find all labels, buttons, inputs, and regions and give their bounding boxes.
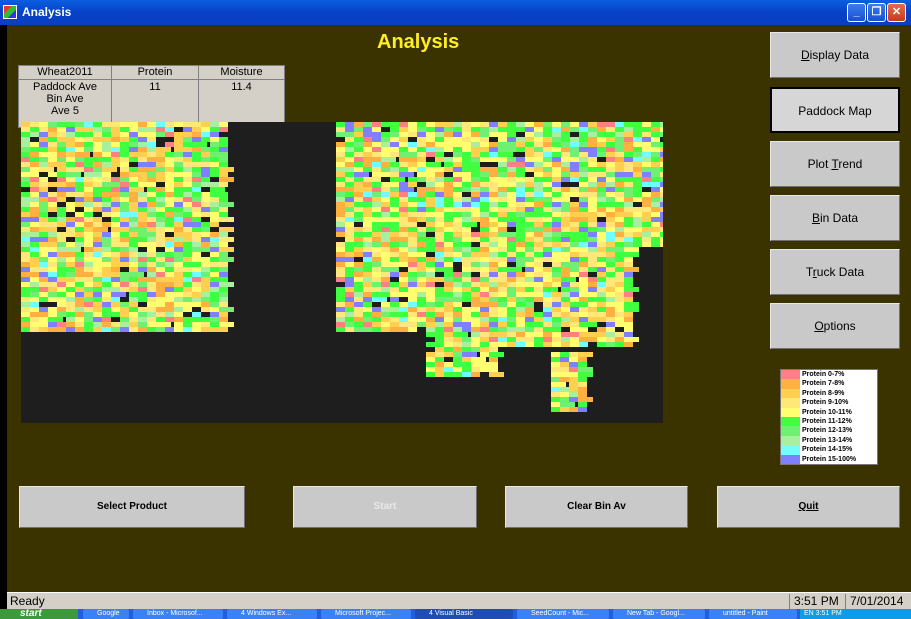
minimize-button[interactable]: _ [847, 3, 866, 22]
legend-item: Protein 14-15% [781, 445, 877, 455]
legend-swatch [781, 454, 800, 464]
taskbar-item[interactable]: SeedCount - Mic... [517, 609, 609, 619]
paddock-map-button[interactable]: Paddock Map [770, 87, 900, 133]
legend-item: Protein 7-8% [781, 379, 877, 389]
options-button[interactable]: Options [770, 303, 900, 349]
start-button[interactable]: Start [293, 486, 477, 528]
legend-swatch [781, 388, 800, 399]
legend-item: Protein 0-7% [781, 370, 877, 380]
taskbar-item[interactable]: 4 Windows Ex... [227, 609, 317, 619]
status-time: 3:51 PM [789, 594, 839, 609]
plot-trend-button[interactable]: Plot Trend [770, 141, 900, 187]
taskbar-item[interactable]: 4 Visual Basic [415, 609, 513, 619]
row-label-line: Bin Ave [46, 93, 84, 105]
legend-item: Protein 9-10% [781, 398, 877, 408]
table-row-label: Paddock Ave Bin Ave Ave 5 [18, 79, 112, 128]
clear-bin-av-button[interactable]: Clear Bin Av [505, 486, 688, 528]
moisture-value: 11.4 [198, 79, 285, 128]
legend-swatch [781, 445, 800, 455]
legend-label: Protein 7-8% [802, 380, 845, 388]
start-button[interactable]: start [0, 609, 78, 619]
taskbar-item[interactable]: Inbox - Microsof... [133, 609, 223, 619]
legend-swatch [781, 416, 800, 427]
legend-label: Protein 10-11% [802, 408, 852, 416]
truck-data-button[interactable]: Truck Data [770, 249, 900, 295]
legend-swatch [781, 435, 800, 446]
legend-label: Protein 9-10% [802, 399, 849, 407]
legend-label: Protein 8-9% [802, 389, 845, 397]
legend-item: Protein 11-12% [781, 416, 877, 427]
app-icon [3, 5, 17, 19]
paddock-map-canvas [21, 122, 675, 412]
taskbar-item[interactable]: Microsoft Projec... [321, 609, 411, 619]
status-bar: Ready 3:51 PM 7/01/2014 [7, 592, 911, 609]
table-header-product: Wheat2011 [18, 65, 112, 80]
window-title: Analysis [22, 5, 72, 19]
legend-swatch [781, 398, 800, 408]
display-data-button[interactable]: Display Data [770, 32, 900, 78]
taskbar: start Google Inbox - Microsof... 4 Windo… [0, 609, 911, 619]
row-label-line: Paddock Ave [32, 81, 97, 93]
legend-label: Protein 15-100% [802, 455, 857, 463]
legend-swatch [781, 379, 800, 389]
status-date: 7/01/2014 [845, 594, 903, 609]
protein-value: 11 [111, 79, 199, 128]
row-label-line: Ave 5 [51, 105, 79, 117]
legend-label: Protein 13-14% [802, 436, 853, 444]
status-text: Ready [10, 594, 45, 608]
table-header-protein: Protein [111, 65, 199, 80]
legend-swatch [781, 407, 800, 417]
select-product-button[interactable]: Select Product [19, 486, 245, 528]
bin-data-button[interactable]: Bin Data [770, 195, 900, 241]
quit-button[interactable]: Quit [717, 486, 900, 528]
taskbar-item[interactable]: New Tab - Googl... [613, 609, 705, 619]
restore-button[interactable]: ❐ [867, 3, 886, 22]
system-tray: EN 3:51 PM [800, 609, 911, 619]
legend-swatch [781, 370, 800, 380]
legend-item: Protein 12-13% [781, 426, 877, 436]
legend-label: Protein 11-12% [802, 417, 852, 425]
protein-legend: Protein 0-7% Protein 7-8% Protein 8-9% Prot… [780, 369, 878, 465]
legend-item: Protein 8-9% [781, 388, 877, 399]
info-table: Wheat2011 Protein Moisture Paddock Ave B… [18, 65, 285, 128]
legend-label: Protein 12-13% [802, 427, 853, 435]
paddock-map[interactable] [21, 122, 675, 423]
legend-label: Protein 0-7% [802, 371, 845, 378]
table-header-moisture: Moisture [198, 65, 285, 80]
legend-label: Protein 14-15% [802, 446, 853, 454]
close-button[interactable]: ✕ [887, 3, 906, 22]
legend-swatch [781, 426, 800, 436]
analysis-window: Analysis Wheat2011 Protein Moisture Padd… [7, 25, 911, 592]
legend-item: Protein 10-11% [781, 407, 877, 417]
legend-item: Protein 15-100% [781, 454, 877, 464]
page-title: Analysis [377, 31, 460, 53]
taskbar-item[interactable]: Google [83, 609, 129, 619]
legend-item: Protein 13-14% [781, 435, 877, 446]
taskbar-item[interactable]: untitled - Paint [709, 609, 797, 619]
title-bar: Analysis _ ❐ ✕ [0, 0, 911, 25]
